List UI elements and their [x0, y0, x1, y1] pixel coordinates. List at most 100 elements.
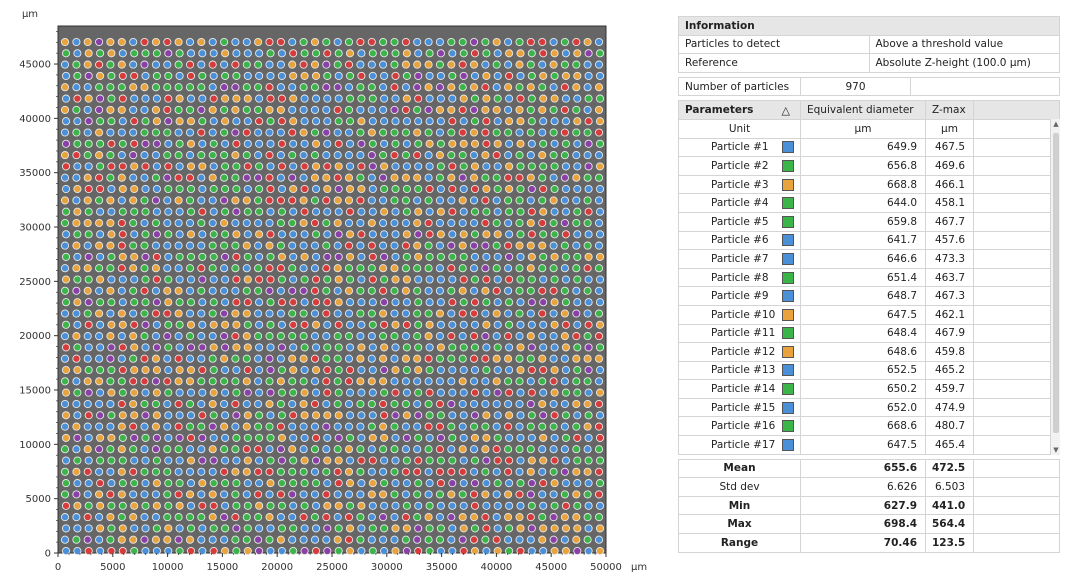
particle-marker: [300, 524, 309, 533]
particle-marker: [118, 320, 127, 329]
particle-marker: [232, 343, 241, 352]
particle-marker: [174, 354, 183, 363]
particle-marker: [356, 332, 365, 341]
sort-triangle-icon[interactable]: △: [782, 104, 790, 117]
particle-marker: [83, 445, 92, 454]
particle-marker: [242, 286, 251, 295]
particle-marker: [185, 422, 195, 431]
particle-marker: [141, 139, 150, 148]
particle-marker: [595, 298, 605, 307]
particle-marker: [130, 365, 139, 375]
particle-marker: [129, 128, 138, 137]
particle-marker: [129, 83, 138, 92]
scrollbar-thumb[interactable]: [1053, 132, 1059, 433]
particle-marker: [391, 94, 400, 103]
particle-marker: [583, 535, 592, 544]
particle-marker: [435, 218, 444, 228]
column-header-equivalent-diameter[interactable]: Equivalent diameter: [800, 100, 926, 120]
particle-marker: [516, 524, 525, 533]
particle-marker: [231, 196, 240, 205]
particle-marker: [595, 320, 605, 329]
table-row[interactable]: Particle #17 647.5 465.4: [678, 435, 1060, 455]
particle-name: Particle #1: [711, 141, 769, 154]
particle-map-view[interactable]: 0 5000 10000 15000 20000 25000 30000 35000 40000…: [0, 0, 650, 579]
particle-marker: [255, 479, 264, 488]
particle-marker: [526, 513, 535, 522]
particle-marker: [175, 524, 184, 533]
table-row[interactable]: Particle #1 649.9 467.5: [678, 137, 1060, 158]
particle-marker: [413, 83, 422, 92]
table-row[interactable]: Particle #10 647.5 462.1: [678, 304, 1060, 325]
stat-zmax: 472.5: [925, 458, 974, 479]
particle-marker: [299, 445, 308, 454]
particle-marker: [140, 105, 149, 114]
particle-marker: [379, 309, 388, 318]
table-row[interactable]: Particle #9 648.7 467.3: [678, 286, 1060, 306]
particle-marker: [61, 71, 71, 80]
particle-marker: [232, 433, 241, 442]
particle-marker: [379, 286, 388, 295]
table-row[interactable]: Particle #14 650.2 459.7: [678, 379, 1060, 399]
particle-marker: [72, 128, 81, 137]
particle-marker: [175, 365, 184, 375]
particle-marker: [300, 94, 309, 103]
particle-marker: [515, 241, 524, 250]
particle-marker: [515, 445, 524, 454]
table-row[interactable]: Particle #12 648.6 459.8: [678, 342, 1060, 362]
particle-empty: [973, 230, 1060, 251]
particle-marker: [492, 173, 501, 182]
particle-marker: [151, 196, 160, 205]
particle-name: Particle #16: [711, 420, 776, 433]
particle-marker: [447, 467, 456, 476]
table-row[interactable]: Particle #4 644.0 458.1: [678, 193, 1060, 213]
particle-marker: [60, 60, 70, 69]
table-row[interactable]: Particle #2 656.8 469.6: [678, 156, 1060, 176]
particle-marker: [504, 332, 513, 341]
column-header-z-max[interactable]: Z-max: [925, 100, 974, 120]
particle-marker: [345, 207, 355, 216]
particle-marker: [72, 83, 81, 92]
particle-marker: [130, 298, 139, 307]
table-row[interactable]: Particle #15 652.0 474.9: [678, 397, 1060, 418]
particle-color-swatch: [782, 234, 794, 247]
particle-marker: [141, 388, 150, 397]
particle-marker: [106, 286, 115, 295]
scroll-up-icon[interactable]: ▲: [1051, 119, 1061, 129]
particle-marker: [504, 37, 513, 47]
particle-marker: [151, 218, 160, 228]
table-row[interactable]: Particle #16 668.6 480.7: [678, 416, 1060, 437]
table-row[interactable]: Particle #6 641.7 457.6: [678, 230, 1060, 251]
particle-marker: [288, 445, 297, 454]
particle-marker: [481, 218, 490, 228]
particle-marker: [231, 309, 240, 318]
scroll-down-icon[interactable]: ▼: [1051, 445, 1061, 455]
particle-marker: [379, 535, 388, 544]
particle-marker: [594, 490, 604, 499]
table-row[interactable]: Particle #13 652.5 465.2: [678, 360, 1060, 381]
particle-diameter: 647.5: [800, 435, 926, 455]
particle-marker: [220, 286, 229, 295]
particle-marker: [505, 184, 514, 194]
table-row[interactable]: Particle #3 668.8 466.1: [678, 174, 1060, 195]
particle-map-plot[interactable]: 0 5000 10000 15000 20000 25000 30000 35000 40000…: [0, 0, 650, 579]
particle-marker: [344, 309, 354, 318]
table-row[interactable]: Particle #11 648.4 467.9: [678, 323, 1060, 344]
parameters-scrollbar[interactable]: ▲ ▼: [1050, 118, 1061, 455]
particle-marker: [538, 309, 547, 318]
particle-marker: [482, 162, 491, 171]
particle-diameter: 668.6: [800, 416, 926, 437]
table-row[interactable]: Particle #8 651.4 463.7: [678, 267, 1060, 288]
parameters-grid[interactable]: Parameters △ Equivalent diameter Z-max U…: [678, 100, 1061, 455]
particle-marker: [322, 354, 331, 363]
y-tick-label: 0: [45, 549, 51, 560]
particle-marker: [72, 467, 81, 476]
particle-marker: [413, 490, 422, 499]
particle-marker: [232, 320, 241, 329]
particle-marker: [436, 139, 445, 148]
particle-marker: [550, 320, 559, 329]
parameters-header[interactable]: Parameters △: [678, 100, 801, 120]
table-row[interactable]: Particle #7 646.6 473.3: [678, 249, 1060, 269]
particle-marker: [311, 184, 321, 194]
table-row[interactable]: Particle #5 659.8 467.7: [678, 211, 1060, 232]
particle-marker: [527, 94, 536, 103]
